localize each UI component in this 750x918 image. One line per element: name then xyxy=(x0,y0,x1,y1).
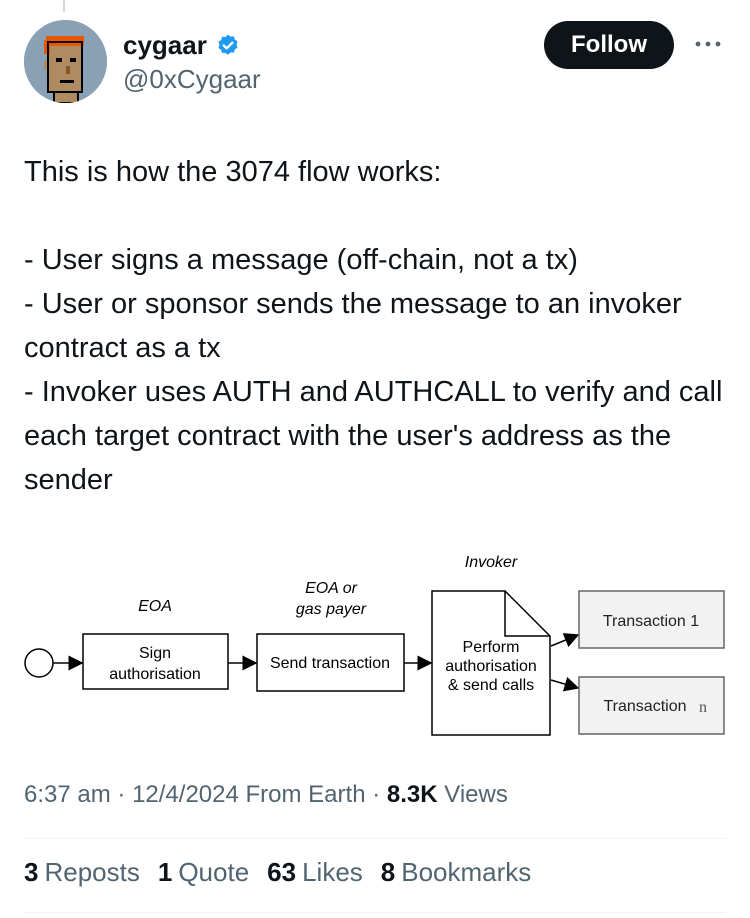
views-label: Views xyxy=(444,781,508,808)
divider xyxy=(24,912,726,913)
thread-line xyxy=(63,0,65,12)
bookmarks-count: 8 xyxy=(380,857,396,887)
views-count: 8.3K xyxy=(386,781,438,808)
bookmarks-stat[interactable]: 8 Bookmarks xyxy=(381,857,532,888)
step-perform-label-2: authorisation xyxy=(445,658,537,675)
step-sign-label-2: authorisation xyxy=(109,666,201,683)
output-txn-subscript: n xyxy=(699,699,707,716)
tweet-text: This is how the 3074 flow works: - User … xyxy=(24,150,724,502)
meta-separator: · xyxy=(372,781,381,808)
lane-invoker: Invoker xyxy=(465,554,518,571)
author-name-row[interactable]: cygaar xyxy=(123,30,241,61)
quotes-count: 1 xyxy=(157,857,173,887)
likes-stat[interactable]: 63 Likes xyxy=(267,857,363,888)
step-send-label: Send transaction xyxy=(270,655,390,672)
step-sign-label-1: Sign xyxy=(139,645,171,662)
punk-avatar-icon xyxy=(24,20,107,103)
more-horizontal-icon[interactable] xyxy=(693,34,723,54)
step-perform-label-1: Perform xyxy=(463,639,520,656)
bookmarks-label: Bookmarks xyxy=(401,857,532,887)
avatar[interactable] xyxy=(24,20,107,103)
verified-badge-icon xyxy=(218,34,238,55)
reposts-label: Reposts xyxy=(44,857,140,887)
tweet-source: From Earth xyxy=(245,781,366,808)
output-tx1-label: Transaction 1 xyxy=(603,613,699,630)
quotes-stat[interactable]: 1 Quote xyxy=(158,857,249,888)
tweet-paragraph-intro: This is how the 3074 flow works: xyxy=(24,156,442,188)
lane-eoa-or: EOA or xyxy=(305,580,358,597)
step-perform-label-3: & send calls xyxy=(448,677,534,694)
lane-gas-payer: gas payer xyxy=(296,601,367,618)
lane-eoa: EOA xyxy=(138,598,172,615)
likes-count: 63 xyxy=(267,857,297,887)
reposts-count: 3 xyxy=(24,857,39,887)
tweet-date[interactable]: 12/4/2024 xyxy=(132,781,239,808)
start-node xyxy=(24,648,54,678)
author-handle[interactable]: @0xCygaar xyxy=(123,64,261,95)
arrow xyxy=(550,633,580,648)
likes-label: Likes xyxy=(302,857,363,887)
meta-separator: · xyxy=(117,781,126,808)
tweet-paragraph-steps: - User signs a message (off-chain, not a… xyxy=(24,244,723,496)
arrow xyxy=(550,676,580,692)
follow-button[interactable]: Follow xyxy=(544,21,674,69)
reposts-stat[interactable]: 3 Reposts xyxy=(24,857,140,888)
output-txn-label: Transaction xyxy=(604,698,687,715)
flow-diagram[interactable]: EOA EOA or gas payer Invoker Sign author… xyxy=(20,540,730,740)
quotes-label: Quote xyxy=(178,857,250,887)
engagement-stats: 3 Reposts 1 Quote 63 Likes 8 Bookmarks xyxy=(24,857,531,888)
tweet-time[interactable]: 6:37 am xyxy=(24,781,111,808)
tweet-meta: 6:37 am · 12/4/2024 From Earth · 8.3K Vi… xyxy=(24,781,508,809)
display-name[interactable]: cygaar xyxy=(123,30,207,61)
divider xyxy=(24,838,726,839)
